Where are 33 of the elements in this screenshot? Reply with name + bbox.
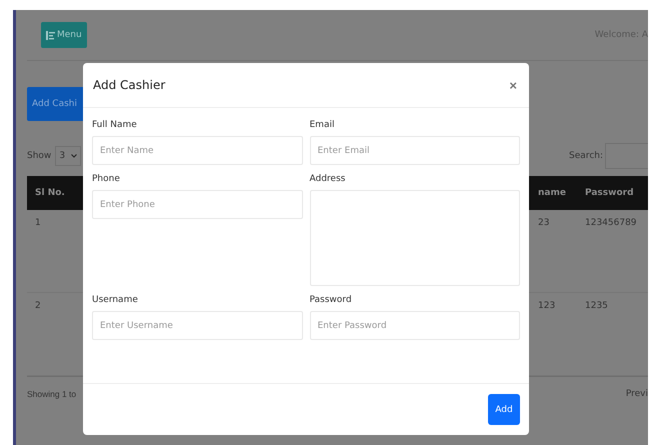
add-cashier-button[interactable]: Add Cashi (27, 87, 85, 121)
close-button[interactable]: × (507, 78, 519, 92)
add-button[interactable]: Add (488, 394, 520, 425)
modal-title: Add Cashier (93, 78, 166, 92)
table-cell-text: 23 (538, 218, 550, 228)
search-field[interactable] (605, 143, 648, 169)
field-label: Email (310, 120, 336, 130)
field-label: Username (92, 295, 139, 305)
input-field[interactable]: Enter Name (92, 136, 302, 165)
caret-icon (71, 154, 78, 158)
show-label: Show (27, 151, 52, 161)
table-cell-text: 123456789 (585, 218, 638, 228)
table-cell-text: 2 (34, 301, 42, 311)
input-field[interactable]: Enter Password (310, 311, 520, 340)
previous-link[interactable]: Previ (626, 389, 648, 399)
field-label: Address (310, 174, 346, 184)
table-cell-text: 123 (538, 301, 556, 311)
search-label: Search: (569, 151, 603, 161)
page-size-select[interactable]: 3 (55, 146, 82, 166)
field-label: Password (310, 295, 353, 305)
input-field[interactable]: Enter Username (92, 311, 302, 340)
table-cell-text: 1 (34, 218, 42, 228)
table-info: Showing 1 to (27, 389, 76, 399)
input-field[interactable]: Enter Phone (92, 190, 302, 219)
column-header: Password (585, 188, 635, 198)
input-field[interactable]: Enter Email (310, 136, 520, 165)
column-header: name (538, 188, 567, 198)
table-cell-text: 1235 (585, 301, 609, 311)
field-label: Phone (92, 174, 121, 184)
menu-button[interactable]: Menu (41, 22, 87, 48)
menu-icon (46, 30, 55, 40)
field-label: Full Name (92, 120, 138, 130)
column-header: Sl No. (34, 188, 66, 198)
